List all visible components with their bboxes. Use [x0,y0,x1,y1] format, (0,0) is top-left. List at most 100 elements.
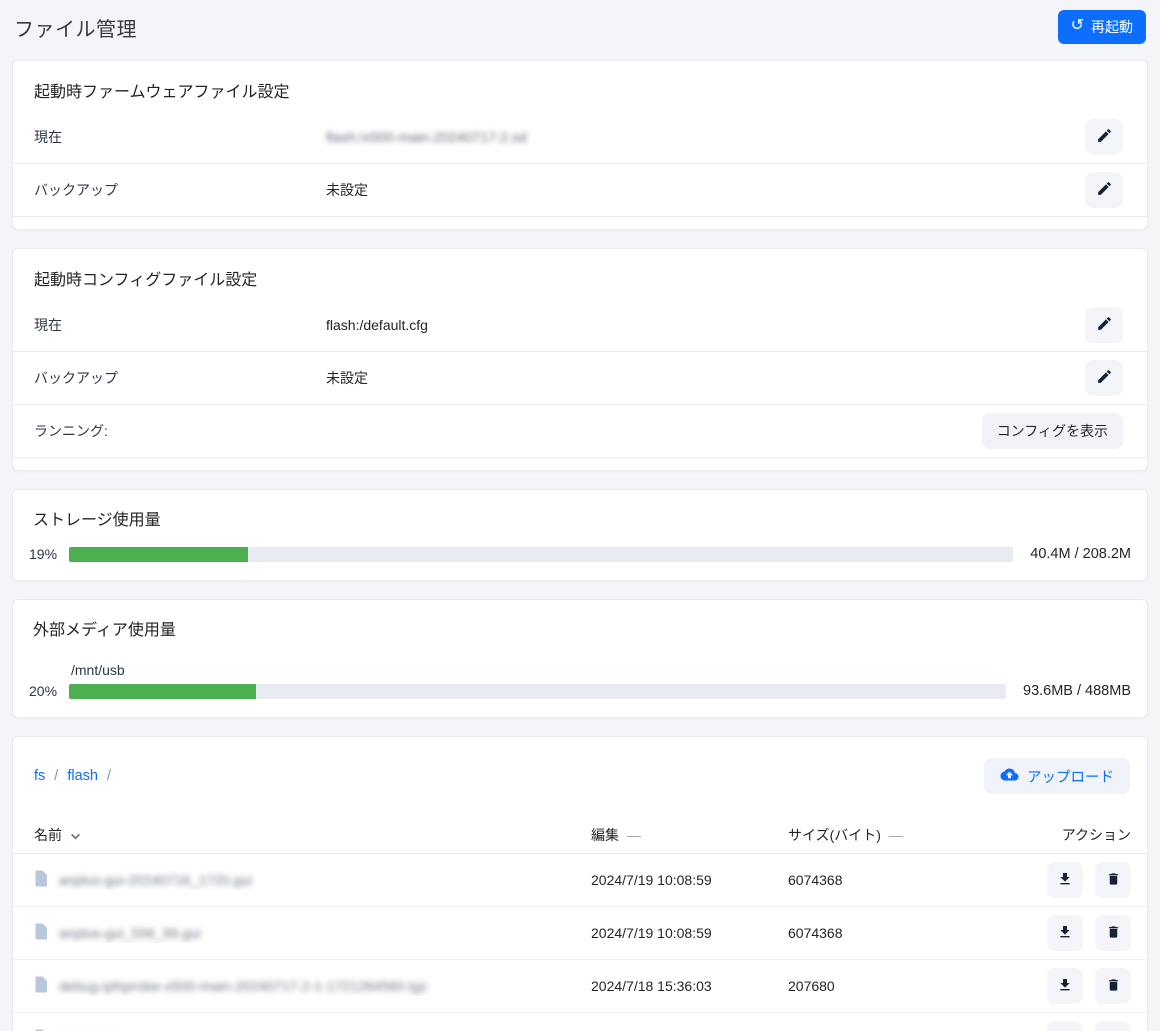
breadcrumb-separator: / [54,768,58,784]
column-header-actions: アクション [1019,825,1131,845]
storage-usage-card: ストレージ使用量 19% 40.4M / 208.2M [12,489,1148,581]
files-table-header: 名前 編集 — サイズ(バイト) — アクション [13,817,1147,854]
file-edited: 2024/7/18 15:36:03 [591,978,788,994]
download-icon [1057,924,1073,943]
download-button[interactable] [1047,1021,1083,1031]
file-name: debug-ipfsprobe-x500-main-20240717-2-1-1… [59,978,427,994]
file-icon [34,976,48,996]
storage-percent-label: 19% [29,546,69,562]
file-icon [34,870,48,890]
download-button[interactable] [1047,862,1083,898]
config-current-value: flash:/default.cfg [326,317,1085,333]
firmware-backup-row: バックアップ 未設定 [13,164,1147,217]
firmware-card-title: 起動時ファームウェアファイル設定 [13,61,1147,111]
delete-button[interactable] [1095,1021,1131,1031]
download-icon [1057,977,1073,996]
config-backup-label: バックアップ [34,368,326,388]
mount-point-label: /mnt/usb [71,662,1131,678]
config-current-label: 現在 [34,315,326,335]
chevron-down-icon [70,827,81,843]
trash-icon [1106,977,1121,996]
storage-usage-value: 40.4M / 208.2M [1030,546,1131,562]
config-settings-card: 起動時コンフィグファイル設定 現在 flash:/default.cfg バック… [12,248,1148,471]
external-progress-fill [69,684,256,699]
config-backup-edit-button[interactable] [1085,360,1123,396]
table-row: default.cfg 2024/6/6 15:39:15 9491 [13,1013,1147,1031]
config-card-title: 起動時コンフィグファイル設定 [13,249,1147,299]
trash-icon [1106,871,1121,890]
external-percent-label: 20% [29,683,69,699]
storage-usage-row: 19% 40.4M / 208.2M [29,546,1131,562]
restart-button-label: 再起動 [1091,17,1133,37]
firmware-current-value: flash:/x500-main-20240717-2.sd [326,129,1085,145]
file-edited: 2024/7/19 10:08:59 [591,872,788,888]
pencil-icon [1096,180,1113,200]
firmware-backup-edit-button[interactable] [1085,172,1123,208]
delete-button[interactable] [1095,915,1131,951]
breadcrumb-fs-link[interactable]: fs [34,768,45,784]
breadcrumb: fs / flash / [34,768,111,784]
file-actions [1019,968,1131,1004]
file-size: 207680 [788,978,1019,994]
file-actions [1019,1021,1131,1031]
delete-button[interactable] [1095,862,1131,898]
config-current-edit-button[interactable] [1085,307,1123,343]
table-row: anplus-gui-20240716_1720.gui 2024/7/19 1… [13,854,1147,907]
file-name: anplus-gui-20240716_1720.gui [59,872,252,888]
download-button[interactable] [1047,968,1083,1004]
show-config-button[interactable]: コンフィグを表示 [982,413,1123,449]
firmware-backup-label: バックアップ [34,180,326,200]
restart-icon: ↺ [1071,18,1084,34]
upload-button-label: アップロード [1027,766,1114,787]
file-name-cell: anplus-gui-20240716_1720.gui [34,870,591,890]
column-header-name[interactable]: 名前 [34,825,591,845]
firmware-current-label: 現在 [34,127,326,147]
files-toolbar: fs / flash / アップロード [13,758,1147,794]
file-edited: 2024/7/19 10:08:59 [591,925,788,941]
pencil-icon [1096,315,1113,335]
config-running-row: ランニング: コンフィグを表示 [13,405,1147,458]
pencil-icon [1096,368,1113,388]
config-current-row: 現在 flash:/default.cfg [13,299,1147,352]
download-button[interactable] [1047,915,1083,951]
file-size: 6074368 [788,925,1019,941]
firmware-settings-card: 起動時ファームウェアファイル設定 現在 flash:/x500-main-202… [12,60,1148,230]
file-name-cell: anplus-gui_556_99.gui [34,923,591,943]
pencil-icon [1096,127,1113,147]
sort-dash-icon: — [627,827,641,843]
column-header-size[interactable]: サイズ(バイト) — [788,825,1019,845]
files-table: 名前 編集 — サイズ(バイト) — アクション anplus-gui-2024… [13,817,1147,1031]
file-actions [1019,862,1131,898]
config-backup-row: バックアップ 未設定 [13,352,1147,405]
page-title: ファイル管理 [14,13,137,42]
external-media-usage-card: 外部メディア使用量 /mnt/usb 20% 93.6MB / 488MB [12,599,1148,718]
firmware-current-row: 現在 flash:/x500-main-20240717-2.sd [13,111,1147,164]
table-row: debug-ipfsprobe-x500-main-20240717-2-1-1… [13,960,1147,1013]
page-header: ファイル管理 ↺ 再起動 [0,0,1160,60]
file-name-cell: debug-ipfsprobe-x500-main-20240717-2-1-1… [34,976,591,996]
storage-progress-bar [69,547,1013,562]
cloud-upload-icon [1000,767,1019,786]
file-size: 6074368 [788,872,1019,888]
breadcrumb-separator: / [107,768,111,784]
trash-icon [1106,924,1121,943]
upload-button[interactable]: アップロード [984,758,1130,794]
breadcrumb-flash-link[interactable]: flash [67,768,98,784]
firmware-current-edit-button[interactable] [1085,119,1123,155]
sort-dash-icon: — [889,827,903,843]
delete-button[interactable] [1095,968,1131,1004]
firmware-backup-value: 未設定 [326,180,1085,200]
external-media-usage-title: 外部メディア使用量 [29,616,1131,656]
file-name: anplus-gui_556_99.gui [59,925,201,941]
config-running-label: ランニング: [34,421,326,441]
restart-button[interactable]: ↺ 再起動 [1058,10,1146,44]
download-icon [1057,871,1073,890]
storage-progress-fill [69,547,248,562]
external-usage-row: 20% 93.6MB / 488MB [29,683,1131,699]
file-actions [1019,915,1131,951]
column-header-edited[interactable]: 編集 — [591,825,788,845]
external-progress-bar [69,684,1006,699]
config-backup-value: 未設定 [326,368,1085,388]
file-browser-card: fs / flash / アップロード 名前 編集 — サイズ(バイト) — [12,736,1148,1031]
table-row: anplus-gui_556_99.gui 2024/7/19 10:08:59… [13,907,1147,960]
